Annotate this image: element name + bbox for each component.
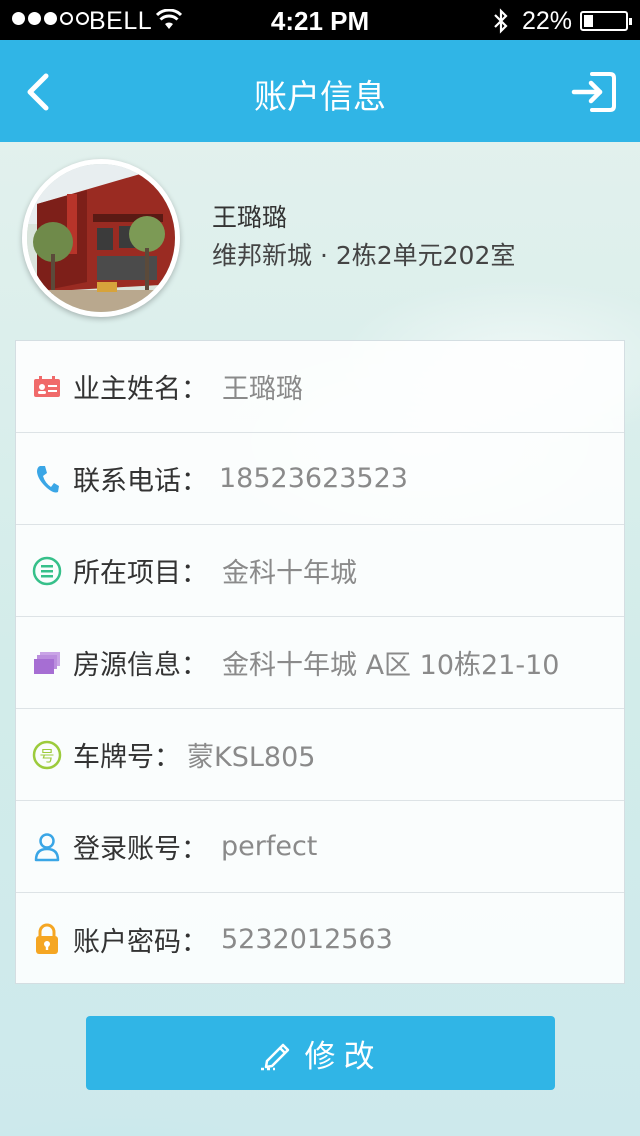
- profile-header: 王璐璐 维邦新城 · 2栋2单元202室: [0, 142, 640, 332]
- password-value: 5232012563: [221, 923, 393, 955]
- login-account-label: 登录账号：: [73, 834, 208, 865]
- plate-label: 车牌号：: [73, 742, 181, 773]
- phone-row[interactable]: 联系电话： 18523623523: [16, 433, 624, 525]
- phone-label: 联系电话：: [73, 466, 208, 497]
- plate-value: 蒙KSL805: [187, 742, 316, 773]
- id-card-icon: [32, 372, 62, 402]
- profile-name: 王璐璐: [212, 203, 288, 232]
- logout-button[interactable]: [570, 70, 618, 114]
- building-photo: [27, 164, 175, 312]
- edit-button[interactable]: 修改: [86, 1016, 555, 1090]
- phone-icon: [32, 464, 62, 494]
- property-label: 房源信息：: [73, 650, 208, 681]
- battery-icon: [580, 11, 632, 31]
- pencil-icon: [260, 1043, 289, 1071]
- edit-button-label: 修改: [304, 1038, 383, 1075]
- profile-address: 维邦新城 · 2栋2单元202室: [212, 241, 516, 270]
- login-account-value: perfect: [221, 831, 318, 862]
- owner-name-value: 王璐璐: [222, 374, 303, 405]
- house-stack-icon: [32, 648, 62, 678]
- login-account-row[interactable]: 登录账号： perfect: [16, 801, 624, 893]
- phone-value: 18523623523: [219, 463, 408, 494]
- password-row[interactable]: 账户密码： 5232012563: [16, 893, 624, 985]
- lock-icon: [32, 923, 62, 954]
- password-label: 账户密码：: [73, 926, 208, 958]
- user-icon: [32, 832, 62, 862]
- status-bar: BELL 4:21 PM 22%: [0, 0, 640, 40]
- project-row[interactable]: 所在项目： 金科十年城: [16, 525, 624, 617]
- navigation-bar: 账户信息: [0, 40, 640, 142]
- list-icon: [32, 556, 62, 586]
- logout-icon: [571, 72, 616, 112]
- property-value: 金科十年城 A区 10栋21-10: [222, 650, 560, 681]
- property-row[interactable]: 房源信息： 金科十年城 A区 10栋21-10: [16, 617, 624, 709]
- project-value: 金科十年城: [222, 558, 357, 589]
- battery-fill: [584, 15, 593, 27]
- project-label: 所在项目：: [73, 558, 208, 589]
- number-icon: 号: [32, 740, 62, 770]
- avatar[interactable]: [22, 159, 180, 317]
- page-title: 账户信息: [254, 77, 386, 116]
- battery-percent: 22%: [522, 7, 573, 35]
- bluetooth-icon: [494, 8, 508, 34]
- svg-text:号: 号: [39, 747, 54, 765]
- plate-row[interactable]: 号 车牌号： 蒙KSL805: [16, 709, 624, 801]
- owner-name-label: 业主姓名：: [73, 374, 208, 405]
- owner-name-row[interactable]: 业主姓名： 王璐璐: [16, 341, 624, 433]
- account-info-list: 业主姓名： 王璐璐 联系电话： 18523623523 所在项目： 金科十年城: [15, 340, 625, 984]
